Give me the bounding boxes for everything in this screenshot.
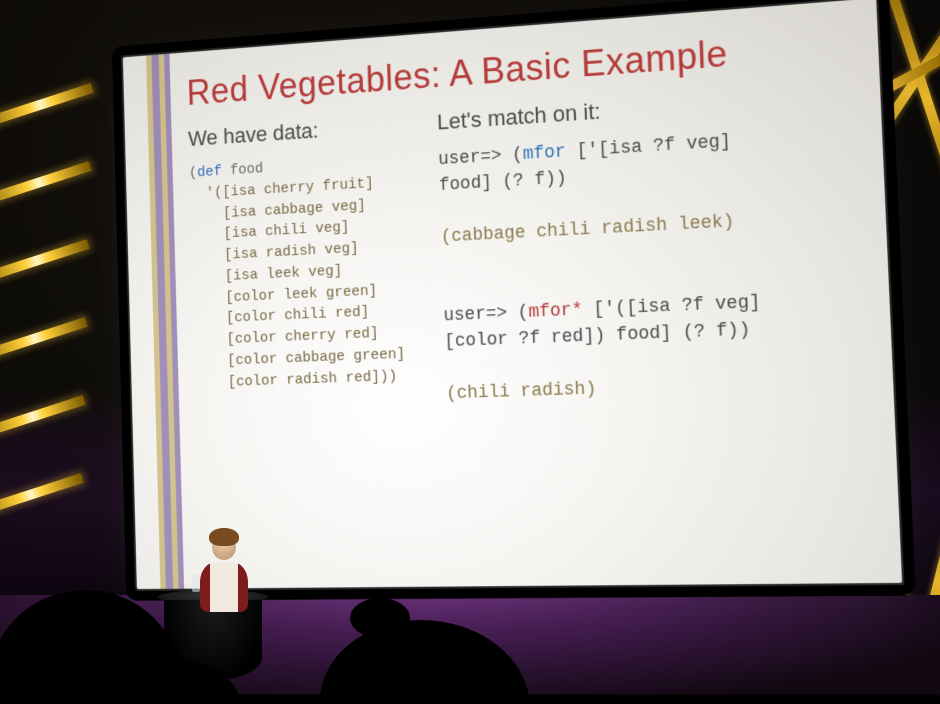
- code-line: [isa chili veg]: [191, 219, 350, 244]
- repl-result-1: (cabbage chili radish leek): [441, 212, 735, 248]
- keyword-mfor: mfor: [522, 142, 566, 165]
- data-definition-code: (def food '([isa cherry fruit] [isa cabb…: [189, 150, 411, 394]
- slide-right-column: Let's match on it: user=> (mfor ['[isa ?…: [436, 77, 867, 407]
- slide-columns: We have data: (def food '([isa cherry fr…: [188, 77, 868, 415]
- code-line: [color radish red])): [195, 368, 398, 392]
- left-heading: We have data:: [188, 112, 403, 152]
- slide-surface: Red Vegetables: A Basic Example We have …: [121, 0, 904, 591]
- code-line: [color leek green]: [192, 282, 377, 307]
- wall-light-strip: [0, 395, 86, 442]
- repl-prefix: user=> (: [438, 145, 523, 170]
- slide-left-column: We have data: (def food '([isa cherry fr…: [188, 108, 412, 415]
- code-line: [color chili red]: [193, 304, 370, 328]
- repl-rest: food] (? f)): [439, 168, 567, 196]
- speaker-person: [198, 534, 250, 624]
- code-line: [color cherry red]: [193, 325, 378, 349]
- wall-light-strip: [0, 239, 90, 286]
- repl-prefix: user=> (: [443, 302, 529, 326]
- wall-light-strip: [0, 473, 84, 520]
- def-name: food: [222, 161, 264, 180]
- repl-rest: ['[isa ?f veg]: [565, 132, 731, 163]
- photo-scene: Red Vegetables: A Basic Example We have …: [0, 0, 940, 704]
- code-line: [isa leek veg]: [192, 262, 343, 286]
- wall-light-strip: [0, 317, 88, 364]
- repl-rest: [color ?f red]) food] (? f)): [444, 320, 750, 352]
- keyword-def: def: [197, 163, 222, 181]
- code-line: [isa radish veg]: [191, 240, 359, 265]
- repl-result-2: (chili radish): [446, 379, 597, 404]
- code-line: [color cabbage green]: [194, 346, 405, 371]
- projector-screen: Red Vegetables: A Basic Example We have …: [121, 0, 900, 587]
- keyword-mfor-star: mfor*: [528, 300, 583, 323]
- repl-block-1: user=> (mfor ['[isa ?f veg] food] (? f))…: [438, 121, 868, 408]
- slide-content: Red Vegetables: A Basic Example We have …: [186, 23, 875, 565]
- wall-light-strip: [0, 161, 92, 208]
- wall-light-strip: [0, 83, 94, 130]
- repl-rest: ['([isa ?f veg]: [582, 292, 761, 320]
